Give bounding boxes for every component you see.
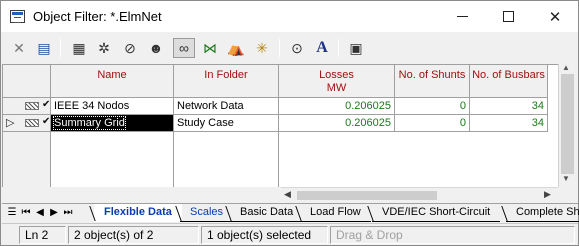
minimize-button[interactable] [439, 1, 485, 32]
status-drag-drop[interactable]: Drag & Drop [330, 226, 575, 244]
save-button[interactable]: ▣ [345, 38, 367, 58]
row-header[interactable]: ▷ ✔ [3, 115, 51, 132]
network-icon: ⋈ [203, 39, 217, 56]
edit-object-icon: ▦ [72, 39, 86, 56]
tab-complete-short-circuit[interactable]: Complete Sh [506, 204, 579, 222]
detail-view-button[interactable]: ▤ [33, 38, 55, 58]
scroll-down-icon[interactable]: ▼ [562, 174, 570, 183]
checkmark-icon: ✔ [42, 116, 51, 127]
table-cell-busbars[interactable]: 34 [470, 115, 548, 132]
status-count: 2 object(s) of 2 [68, 226, 199, 244]
column-header-name[interactable]: Name [51, 65, 174, 98]
tree-icon: ⛺ [227, 39, 245, 56]
table-cell-losses[interactable]: 0.206025 [279, 98, 395, 115]
table-cell-busbars[interactable]: 34 [470, 98, 548, 115]
close-button[interactable]: ✕ [532, 1, 578, 32]
window-title: Object Filter: *.ElmNet [33, 9, 162, 24]
new-icon: ✳ [256, 39, 268, 56]
tab-menu-icon[interactable]: ☰ [6, 205, 18, 220]
current-row-arrow-icon: ▷ [6, 117, 15, 129]
status-selected: 1 object(s) selected [201, 226, 328, 244]
user-button[interactable]: ☻ [145, 38, 167, 58]
new-button[interactable]: ✳ [251, 38, 273, 58]
table-cell-name-selected[interactable]: Summary Grid [51, 115, 174, 132]
close-icon: ✕ [548, 8, 562, 26]
title-bar: Object Filter: *.ElmNet ✕ [1, 1, 578, 32]
minimize-icon [456, 16, 468, 17]
column-header-busbars[interactable]: No. of Busbars [470, 65, 548, 98]
data-grid: Name In Folder Losses MW No. of Shunts No… [2, 64, 558, 187]
next-tab-icon[interactable]: ▶ [48, 205, 60, 220]
vertical-scrollbar[interactable]: ▲ ▼ [558, 63, 576, 187]
edit-object-button[interactable]: ▦ [68, 38, 90, 58]
tab-vde-iec-short-circuit[interactable]: VDE/IEC Short-Circuit [372, 204, 501, 222]
delete-button[interactable]: ✕ [8, 38, 30, 58]
table-cell-shunts[interactable]: 0 [395, 115, 470, 132]
find-button[interactable]: ⊙ [286, 38, 308, 58]
user-icon: ☻ [148, 40, 164, 56]
settings-icon: ✲ [98, 39, 110, 56]
tab-basic-data[interactable]: Basic Data [230, 204, 304, 222]
tab-strip: ☰ ⏮ ◀ ▶ ⏭ Flexible Data Scales Basic Dat… [2, 203, 579, 222]
horizontal-scrollbar[interactable]: ◀ ▶ [281, 187, 558, 203]
table-cell-losses[interactable]: 0.206025 [279, 115, 395, 132]
grid-element-icon [25, 119, 39, 127]
checkmark-icon: ✔ [42, 99, 51, 110]
column-header-losses[interactable]: Losses MW [279, 65, 395, 98]
first-tab-icon[interactable]: ⏮ [20, 205, 32, 220]
object-filter-window: Object Filter: *.ElmNet ✕ ✕ ▤ ▦ ✲ ⊘ ☻ ∞ … [0, 0, 579, 246]
settings-button[interactable]: ✲ [93, 38, 115, 58]
network-button[interactable]: ⋈ [199, 38, 221, 58]
column-header-shunts[interactable]: No. of Shunts [395, 65, 470, 98]
last-tab-icon[interactable]: ⏭ [62, 205, 74, 220]
save-icon: ▣ [349, 39, 363, 56]
glasses-button[interactable]: ∞ [173, 38, 195, 58]
filter-icon: ⊘ [124, 39, 136, 56]
toolbar-separator [338, 39, 339, 57]
table-cell-shunts[interactable]: 0 [395, 98, 470, 115]
scroll-left-icon[interactable]: ◀ [284, 189, 291, 200]
table-cell-folder[interactable]: Study Case [174, 115, 279, 132]
horizontal-scroll-thumb[interactable] [297, 191, 437, 200]
corner-header[interactable] [3, 65, 51, 98]
row-header[interactable]: ✔ [3, 98, 51, 115]
toolbar-separator [60, 39, 61, 57]
maximize-icon [502, 11, 514, 22]
toolbar-separator [279, 39, 280, 57]
app-window-icon [10, 10, 25, 23]
table-cell-folder[interactable]: Network Data [174, 98, 279, 115]
filter-button[interactable]: ⊘ [119, 38, 141, 58]
binoculars-icon: ⊙ [291, 39, 303, 56]
tab-load-flow[interactable]: Load Flow [300, 204, 371, 222]
prev-tab-icon[interactable]: ◀ [34, 205, 46, 220]
delete-icon: ✕ [13, 39, 25, 56]
scroll-up-icon[interactable]: ▲ [562, 63, 570, 72]
grid-element-icon [25, 102, 39, 110]
tree-button[interactable]: ⛺ [225, 38, 247, 58]
table-cell-name[interactable]: IEEE 34 Nodos [51, 98, 174, 115]
status-line: Ln 2 [19, 226, 66, 244]
column-header-folder[interactable]: In Folder [174, 65, 279, 98]
font-icon: A [316, 39, 328, 56]
toolbar: ✕ ▤ ▦ ✲ ⊘ ☻ ∞ ⋈ ⛺ ✳ ⊙ A ▣ [2, 33, 578, 63]
detail-view-icon: ▤ [37, 39, 51, 56]
maximize-button[interactable] [485, 1, 531, 32]
font-button[interactable]: A [311, 38, 333, 58]
scroll-right-icon[interactable]: ▶ [544, 189, 551, 200]
status-bar: Ln 2 2 object(s) of 2 1 object(s) select… [2, 223, 578, 245]
empty-row-header-area [3, 132, 51, 187]
tab-flexible-data[interactable]: Flexible Data [94, 204, 182, 222]
empty-column-area [51, 132, 174, 187]
empty-column-area [174, 132, 279, 187]
vertical-scroll-thumb[interactable] [561, 74, 574, 174]
glasses-icon: ∞ [179, 40, 189, 56]
